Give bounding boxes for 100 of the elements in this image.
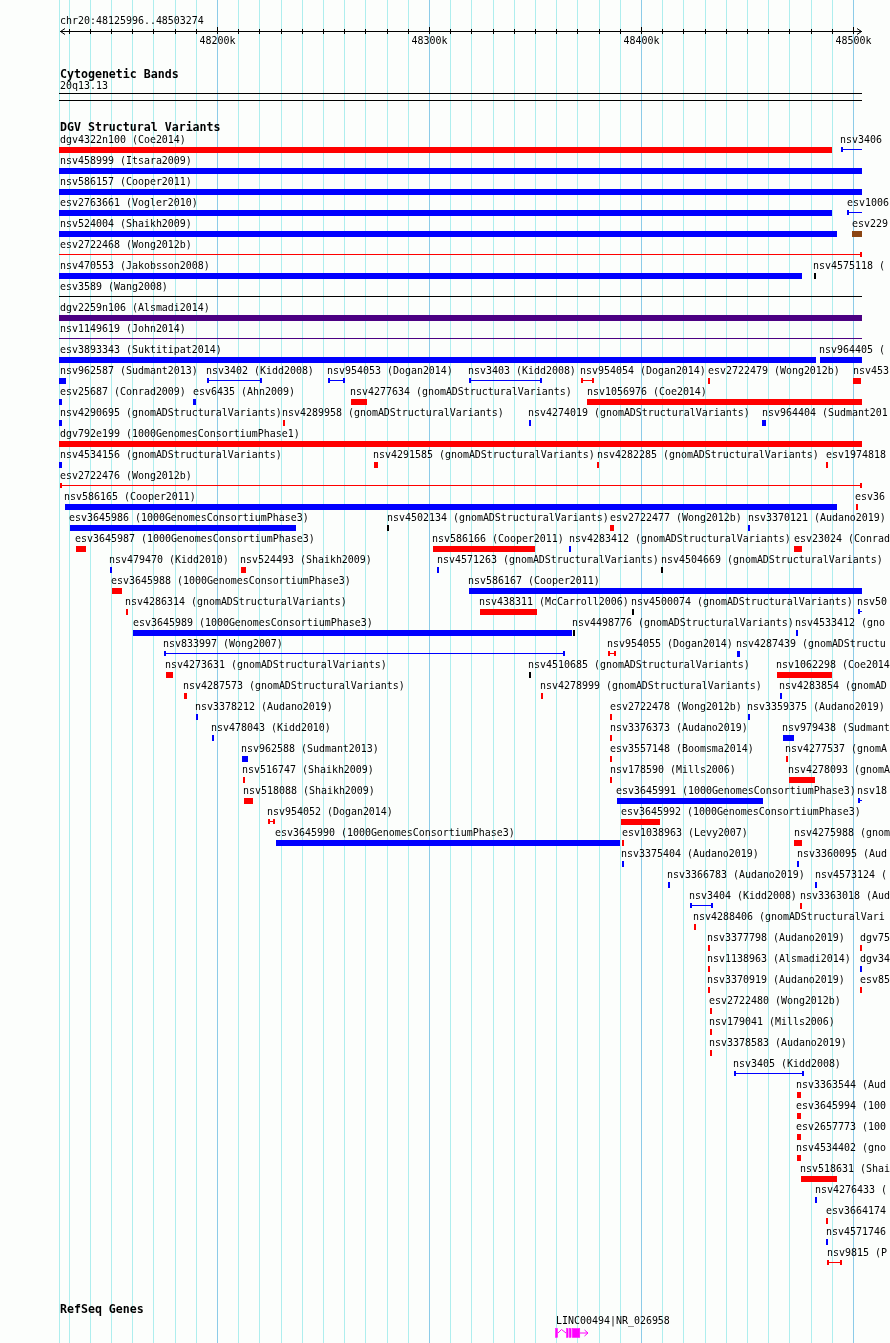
variant-label: esv2722477 (Wong2012b) (610, 512, 742, 523)
variant-label: nsv964405 ( (819, 344, 885, 355)
variant-label: nsv4573124 ( (815, 869, 887, 880)
track-title: DGV Structural Variants (60, 121, 221, 133)
variant-label: esv2657773 (100 (796, 1121, 886, 1132)
variant-label: esv36 (855, 491, 885, 502)
variant-label: nsv3378212 (Audano2019) (195, 701, 333, 712)
variant-label: dgv34 (860, 953, 890, 964)
variant-label: esv1038963 (Levy2007) (622, 827, 748, 838)
variant-label: nsv524493 (Shaikh2009) (240, 554, 372, 565)
variant-label: esv3557148 (Boomsma2014) (610, 743, 754, 754)
variant-label: nsv1149619 (John2014) (60, 323, 186, 334)
variant-label: esv6435 (Ahn2009) (193, 386, 295, 397)
variant-label: nsv4275988 (gnom (794, 827, 890, 838)
tick-label: 48300k (411, 35, 448, 46)
variant-label: nsv518631 (Shai (800, 1163, 890, 1174)
variant-label: nsv4571746 (826, 1226, 886, 1237)
variant-label: nsv833997 (Wong2007) (163, 638, 283, 649)
variant-label: nsv954055 (Dogan2014) (607, 638, 733, 649)
variant-label: nsv516747 (Shaikh2009) (242, 764, 374, 775)
gene-label: LINC00494|NR_026958 (556, 1315, 670, 1326)
variant-label: nsv4289958 (gnomADStructuralVariants) (282, 407, 504, 418)
variant-label: nsv3366783 (Audano2019) (667, 869, 805, 880)
variant-label: nsv4286314 (gnomADStructuralVariants) (125, 596, 347, 607)
variant-label: nsv1056976 (Coe2014) (587, 386, 707, 397)
gene-model-drawing (555, 1328, 589, 1338)
variant-label: nsv4575118 ( (813, 260, 885, 271)
variant-label: nsv3404 (Kidd2008) (689, 890, 797, 901)
variant-label: nsv518088 (Shaikh2009) (243, 785, 375, 796)
variant-label: nsv586165 (Cooper2011) (64, 491, 196, 502)
variant-label: esv3645990 (1000GenomesConsortiumPhase3) (275, 827, 515, 838)
variant-label: nsv438311 (McCarroll2006) (479, 596, 629, 607)
variant-label: nsv954052 (Dogan2014) (267, 806, 393, 817)
variant-label: esv2722480 (Wong2012b) (709, 995, 841, 1006)
variant-label: esv85 (860, 974, 890, 985)
variant-label: nsv478043 (Kidd2010) (211, 722, 331, 733)
variant-label: nsv4278999 (gnomADStructuralVariants) (540, 680, 762, 691)
variant-label: nsv4276433 ( (815, 1184, 887, 1195)
variant-label: nsv979438 (Sudmant (782, 722, 890, 733)
variant-label: esv3645986 (1000GenomesConsortiumPhase3) (69, 512, 309, 523)
track-title: Cytogenetic Bands (60, 68, 179, 80)
variant-label: nsv4277537 (gnomA (785, 743, 887, 754)
variant-label: nsv4571263 (gnomADStructuralVariants) (437, 554, 659, 565)
variant-label: nsv18 (857, 785, 887, 796)
ruler-location: chr20:48125996..48503274 (60, 15, 204, 26)
variant-label: nsv586157 (Cooper2011) (60, 176, 192, 187)
variant-label: nsv954053 (Dogan2014) (327, 365, 453, 376)
variant-label: nsv4283854 (gnomAD (779, 680, 887, 691)
variant-label: esv3645991 (1000GenomesConsortiumPhase3) (616, 785, 856, 796)
variant-label: esv3645994 (100 (796, 1100, 886, 1111)
variant-label: nsv4287439 (gnomADStructu (736, 638, 886, 649)
variant-label: nsv586166 (Cooper2011) (432, 533, 564, 544)
variant-label: nsv4277634 (gnomADStructuralVariants) (350, 386, 572, 397)
variant-label: esv2722479 (Wong2012b) (708, 365, 840, 376)
cytoband-label: 20q13.13 (60, 80, 108, 91)
variant-label: nsv178590 (Mills2006) (610, 764, 736, 775)
variant-label: nsv4274019 (gnomADStructuralVariants) (528, 407, 750, 418)
variant-label: esv23024 (Conrad (794, 533, 890, 544)
variant-label: nsv954054 (Dogan2014) (580, 365, 706, 376)
variant-label: nsv524004 (Shaikh2009) (60, 218, 192, 229)
variant-label: nsv4278093 (gnomA (788, 764, 890, 775)
variant-label: esv3645989 (1000GenomesConsortiumPhase3) (133, 617, 373, 628)
variant-label: esv2763661 (Vogler2010) (60, 197, 198, 208)
variant-label: dgv75 (860, 932, 890, 943)
variant-label: esv3645988 (1000GenomesConsortiumPhase3) (111, 575, 351, 586)
variant-label: nsv962587 (Sudmant2013) (60, 365, 198, 376)
variant-label: esv3645992 (1000GenomesConsortiumPhase3) (621, 806, 861, 817)
variant-label: nsv586167 (Cooper2011) (468, 575, 600, 586)
variant-label: esv229 (852, 218, 888, 229)
variant-label: nsv4273631 (gnomADStructuralVariants) (165, 659, 387, 670)
variant-label: nsv470553 (Jakobsson2008) (60, 260, 210, 271)
variant-label: nsv4291585 (gnomADStructuralVariants) (373, 449, 595, 460)
variant-label: nsv4282285 (gnomADStructuralVariants) (597, 449, 819, 460)
variant-label: nsv4502134 (gnomADStructuralVariants) (387, 512, 609, 523)
variant-label: nsv50 (857, 596, 887, 607)
variant-label: nsv3377798 (Audano2019) (707, 932, 845, 943)
variant-label: esv3645987 (1000GenomesConsortiumPhase3) (75, 533, 315, 544)
variant-label: nsv458999 (Itsara2009) (60, 155, 192, 166)
tick-label: 48200k (199, 35, 236, 46)
variant-label: nsv3363544 (Aud (796, 1079, 886, 1090)
variant-label: nsv4290695 (gnomADStructuralVariants) (60, 407, 282, 418)
variant-label: nsv3378583 (Audano2019) (709, 1037, 847, 1048)
variant-label: nsv3370919 (Audano2019) (707, 974, 845, 985)
variant-label: nsv4287573 (gnomADStructuralVariants) (183, 680, 405, 691)
variant-label: nsv4283412 (gnomADStructuralVariants) (569, 533, 791, 544)
variant-label: nsv3403 (Kidd2008) (468, 365, 576, 376)
variant-label: esv3893343 (Suktitipat2014) (60, 344, 222, 355)
variant-label: esv1006 (847, 197, 889, 208)
variant-label: esv3664174 (826, 1205, 886, 1216)
variant-label: nsv964404 (Sudmant201 (762, 407, 888, 418)
variant-label: esv25687 (Conrad2009) (60, 386, 186, 397)
variant-label: nsv3376373 (Audano2019) (610, 722, 748, 733)
variant-label: nsv9815 (P (827, 1247, 887, 1258)
variant-label: esv2722476 (Wong2012b) (60, 470, 192, 481)
variant-label: nsv4498776 (gnomADStructuralVariants) (572, 617, 794, 628)
variant-label: nsv4500074 (gnomADStructuralVariants) (631, 596, 853, 607)
variant-label: nsv3402 (Kidd2008) (206, 365, 314, 376)
tick-label: 48500k (835, 35, 872, 46)
variant-label: nsv479470 (Kidd2010) (109, 554, 229, 565)
variant-label: nsv4534156 (gnomADStructuralVariants) (60, 449, 282, 460)
